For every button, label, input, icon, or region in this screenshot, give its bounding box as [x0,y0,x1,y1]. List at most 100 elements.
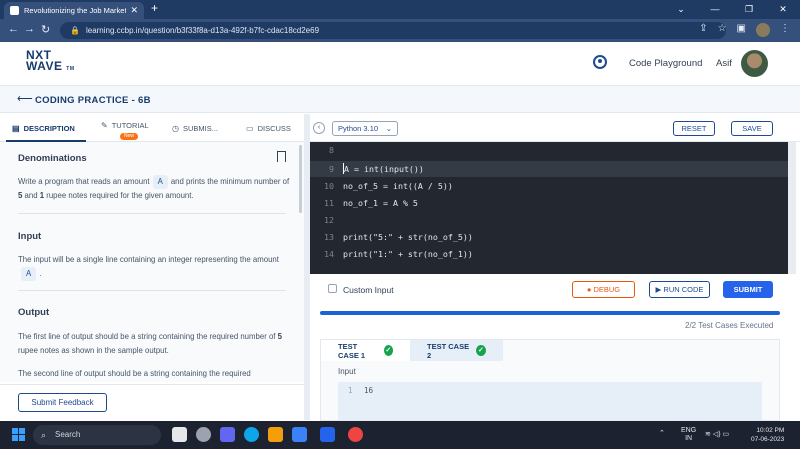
submit-feedback-button[interactable]: Submit Feedback [18,393,107,412]
minimize-icon[interactable]: — [698,0,732,19]
region-code: IN [685,435,693,442]
collapse-panel-icon[interactable]: ‹ [313,122,325,134]
intro-five: 5 [18,191,23,200]
windows-start-icon[interactable] [12,428,25,441]
mail-icon[interactable] [320,427,335,442]
run-code-button[interactable]: ▶ RUN CODE [649,281,710,298]
bookmark-star-icon[interactable]: ☆ [718,23,727,37]
logo-tm: TM [66,66,75,72]
line-text: no_of_1 = A % 5 [343,198,418,208]
widgets-icon[interactable] [196,427,211,442]
test-progress-fill [320,311,780,315]
code-editor[interactable]: 8 9 A = int(input()) 10 no_of_5 = int((A… [310,142,790,274]
tab-description-label: DESCRIPTION [23,124,75,133]
clock-time: 10:02 PM [756,427,785,434]
intro-text-2: and prints the minimum number of [170,177,290,186]
code-line-active: 9 A = int(input()) [310,161,790,177]
custom-input-checkbox[interactable] [328,284,337,293]
playground-icon[interactable] [593,55,607,69]
check-icon: ✓ [383,345,393,356]
test-progress-bar [320,311,780,315]
language-indicator[interactable]: ENG IN [681,427,696,443]
reload-icon[interactable]: ↻ [41,23,50,36]
nxtwave-logo[interactable]: NXT WAVE TM [26,49,75,75]
site-favicon-icon [10,6,19,15]
back-icon[interactable]: ← [8,23,19,35]
close-tab-icon[interactable]: ✕ [130,5,138,16]
language-select[interactable]: Python 3.10 ⌄ [332,121,398,136]
output-text-2: The second line of output should be a st… [18,369,251,378]
chrome-icon[interactable] [348,427,363,442]
line-number: 14 [324,249,334,259]
store-icon[interactable] [292,427,307,442]
browser-tab-bar: Revolutionizing the Job Market | ✕ + ⌄ —… [0,0,800,19]
tab-test-case-1[interactable]: TEST CASE 1 ✓ [321,340,410,361]
share-icon[interactable]: ⇪ [699,23,707,37]
avatar[interactable] [741,50,768,77]
input-value: 16 [364,386,374,395]
input-var-chip: A [21,267,37,281]
sidebar-icon[interactable]: ▣ [737,23,746,37]
output-heading: Output [18,307,50,318]
wifi-icon[interactable]: ≋ ◁) ▭ [705,430,729,438]
user-name[interactable]: Asif [716,58,732,69]
save-button[interactable]: SAVE [731,121,773,136]
new-tab-icon[interactable]: + [151,1,158,15]
code-playground-link[interactable]: Code Playground [629,58,702,69]
task-view-icon[interactable] [172,427,187,442]
back-arrow-icon[interactable]: ⟵ [17,92,33,105]
question-intro: Write a program that reads an amount Aand… [18,175,290,203]
code-line: 10 no_of_5 = int((A / 5)) [310,178,790,194]
debug-button[interactable]: ● DEBUG [572,281,635,298]
tab-description[interactable]: ▤ DESCRIPTION [12,124,75,133]
file-explorer-icon[interactable] [268,427,283,442]
bookmark-icon[interactable] [277,151,286,162]
profile-avatar-icon[interactable] [756,23,770,37]
test-case-2-label: TEST CASE 2 [427,341,470,360]
close-window-icon[interactable]: ✕ [766,0,800,19]
output-text-1c: rupee notes as shown in the sample outpu… [18,346,169,355]
tray-overflow-icon[interactable]: ⌃ [659,429,665,437]
editor-scrollbar[interactable] [788,142,796,274]
question-title: Denominations [18,153,87,164]
test-input-box: 1 16 [338,382,762,420]
address-bar[interactable]: 🔒 learning.ccbp.in/question/b3f33f8a-d13… [60,22,726,39]
url-text: learning.ccbp.in/question/b3f33f8a-d13a-… [85,26,320,35]
custom-input-label: Custom Input [343,285,394,295]
tab-discuss-label: DISCUSS [257,124,291,133]
submit-button[interactable]: SUBMIT [723,281,773,298]
check-icon: ✓ [475,345,486,356]
debug-label: DEBUG [593,285,621,294]
tab-test-case-2[interactable]: TEST CASE 2 ✓ [410,340,503,361]
play-icon: ▶ [655,285,662,294]
line-number: 12 [324,215,334,225]
teams-icon[interactable] [220,427,235,442]
browser-tab[interactable]: Revolutionizing the Job Market | ✕ [4,2,144,19]
search-icon: ⌕ [41,430,47,440]
maximize-icon[interactable]: ❐ [732,0,766,19]
line-text-container: A = int(input()) [343,161,424,177]
tab-tutorial[interactable]: ✎ TUTORIAL [101,121,149,130]
reset-button[interactable]: RESET [673,121,715,136]
browser-toolbar-icons: ⇪ ☆ ▣ ⋮ [699,23,790,37]
tab-submissions[interactable]: ◷ SUBMIS... [172,124,218,133]
edge-icon[interactable] [244,427,259,442]
input-heading: Input [18,231,42,242]
line-text: print("1:" + str(no_of_1)) [343,249,473,259]
output-text-1a: The first line of output should be a str… [18,332,276,341]
tab-search-icon[interactable]: ⌄ [664,0,698,19]
language-value: Python 3.10 [338,124,379,133]
tab-discuss[interactable]: ▭ DISCUSS [246,124,291,133]
code-line: 13 print("5:" + str(no_of_5)) [310,229,790,245]
bug-icon: ● [586,285,592,294]
intro-text-3: rupee notes required for the given amoun… [46,191,194,200]
taskbar-clock[interactable]: 10:02 PM 07-06-2023 [751,426,784,444]
description-icon: ▤ [12,124,20,133]
taskbar-search[interactable]: ⌕ Search [33,425,161,445]
menu-dots-icon[interactable]: ⋮ [780,23,790,37]
line-number: 8 [329,145,334,155]
test-cases-status: 2/2 Test Cases Executed [685,321,774,330]
description-scrollbar[interactable] [299,145,302,213]
browser-tab-title: Revolutionizing the Job Market | [24,6,127,15]
forward-icon[interactable]: → [24,23,35,35]
